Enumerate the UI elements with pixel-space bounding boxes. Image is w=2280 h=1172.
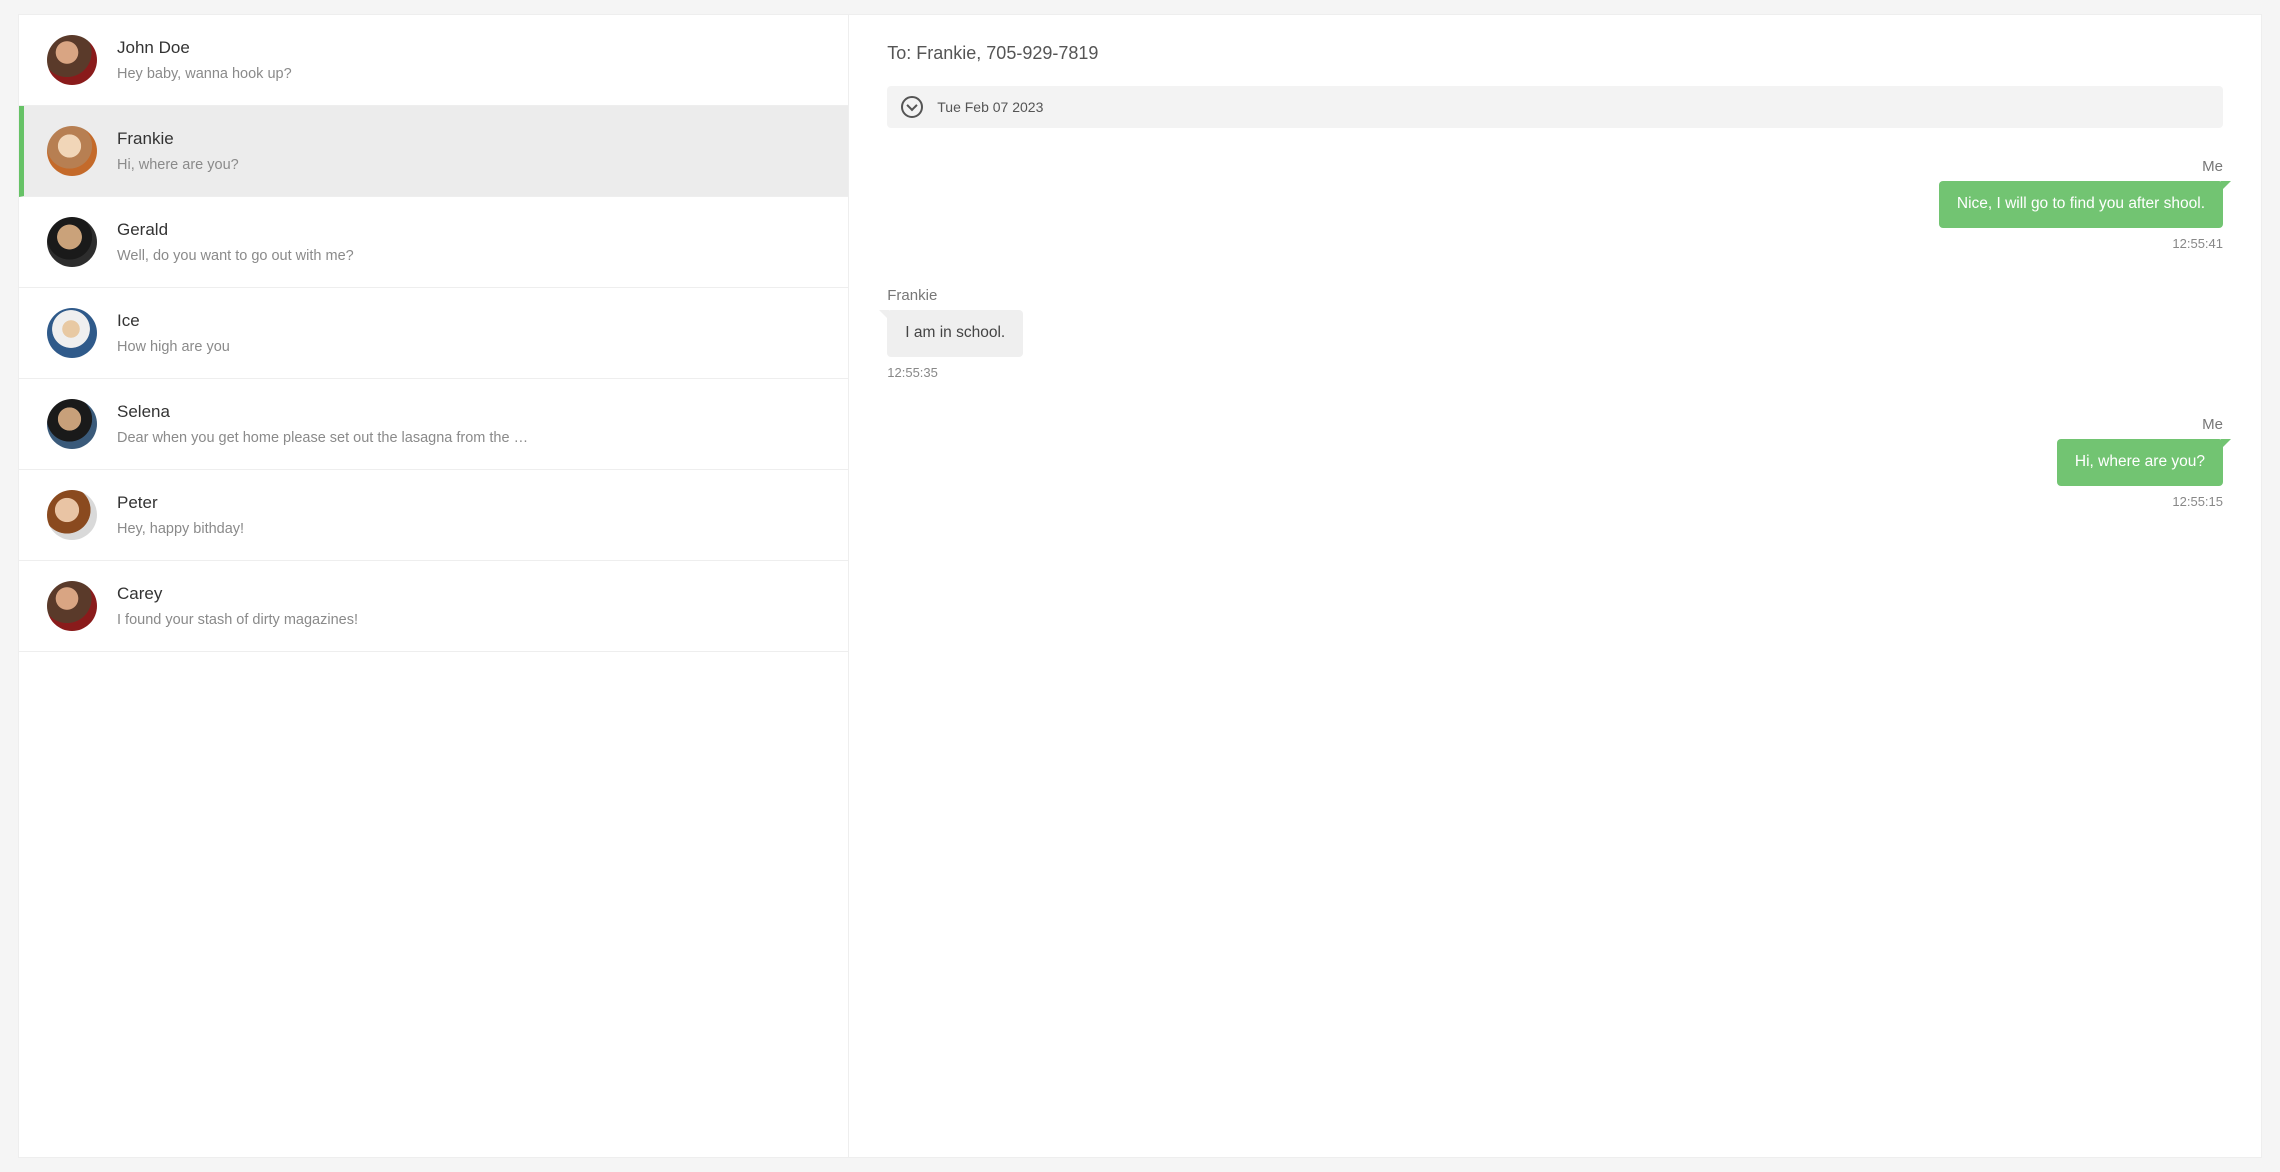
avatar (47, 35, 97, 85)
app-root: John Doe Hey baby, wanna hook up? Frankie H… (0, 0, 2280, 1172)
contact-name: Ice (117, 311, 820, 331)
contact-text: Gerald Well, do you want to go out with m… (117, 220, 820, 264)
contact-item[interactable]: Selena Dear when you get home please set … (19, 379, 848, 470)
message-bubble[interactable]: I am in school. (887, 310, 1023, 357)
contact-preview: Hi, where are you? (117, 157, 820, 173)
contact-text: John Doe Hey baby, wanna hook up? (117, 38, 820, 82)
contact-item[interactable]: Frankie Hi, where are you? (19, 106, 848, 197)
contact-name: Carey (117, 584, 820, 604)
date-text: Tue Feb 07 2023 (937, 99, 1043, 115)
message-group: Me Hi, where are you? 12:55:15 (887, 416, 2223, 509)
chat-panel: To: Frankie, 705-929-7819 Tue Feb 07 202… (848, 14, 2262, 1158)
message-sender: Frankie (887, 287, 937, 304)
contact-preview: How high are you (117, 339, 820, 355)
contact-name: John Doe (117, 38, 820, 58)
contact-preview: Well, do you want to go out with me? (117, 248, 820, 264)
message-sender: Me (2202, 158, 2223, 175)
message-time: 12:55:15 (2172, 494, 2223, 509)
avatar (47, 399, 97, 449)
contacts-panel: John Doe Hey baby, wanna hook up? Frankie H… (18, 14, 848, 1158)
message-time: 12:55:35 (887, 365, 938, 380)
message-bubble[interactable]: Nice, I will go to find you after shool. (1939, 181, 2223, 228)
avatar (47, 308, 97, 358)
message-time: 12:55:41 (2172, 236, 2223, 251)
chevron-down-icon (901, 96, 923, 118)
contact-item[interactable]: John Doe Hey baby, wanna hook up? (19, 15, 848, 106)
message-bubble[interactable]: Hi, where are you? (2057, 439, 2223, 486)
avatar (47, 581, 97, 631)
message-group: Frankie I am in school. 12:55:35 (887, 287, 2223, 380)
contacts-list[interactable]: John Doe Hey baby, wanna hook up? Frankie H… (19, 15, 848, 1157)
contact-name: Peter (117, 493, 820, 513)
contact-preview: I found your stash of dirty magazines! (117, 612, 820, 628)
avatar (47, 217, 97, 267)
contact-text: Selena Dear when you get home please set … (117, 402, 820, 446)
avatar (47, 490, 97, 540)
message-group: Me Nice, I will go to find you after shoo… (887, 158, 2223, 251)
contact-preview: Dear when you get home please set out th… (117, 430, 820, 446)
avatar (47, 126, 97, 176)
contact-text: Peter Hey, happy bithday! (117, 493, 820, 537)
contact-preview: Hey baby, wanna hook up? (117, 66, 820, 82)
date-separator[interactable]: Tue Feb 07 2023 (887, 86, 2223, 128)
contact-item[interactable]: Ice How high are you (19, 288, 848, 379)
chat-to-line: To: Frankie, 705-929-7819 (887, 43, 2223, 64)
contact-item[interactable]: Gerald Well, do you want to go out with m… (19, 197, 848, 288)
contact-preview: Hey, happy bithday! (117, 521, 820, 537)
contact-name: Selena (117, 402, 820, 422)
contact-item[interactable]: Carey I found your stash of dirty magazin… (19, 561, 848, 652)
contact-name: Gerald (117, 220, 820, 240)
contact-text: Carey I found your stash of dirty magazin… (117, 584, 820, 628)
contact-name: Frankie (117, 129, 820, 149)
messages-list: Me Nice, I will go to find you after shoo… (887, 158, 2223, 1129)
contact-item[interactable]: Peter Hey, happy bithday! (19, 470, 848, 561)
contact-text: Frankie Hi, where are you? (117, 129, 820, 173)
contact-text: Ice How high are you (117, 311, 820, 355)
message-sender: Me (2202, 416, 2223, 433)
